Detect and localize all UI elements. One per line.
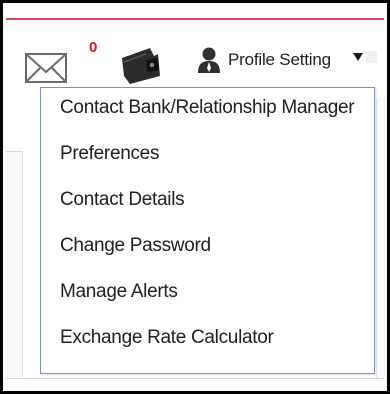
mail-icon[interactable] xyxy=(25,46,69,90)
wallet-icon[interactable] xyxy=(116,42,164,86)
profile-dropdown-menu: Contact Bank/Relationship Manager Prefer… xyxy=(40,87,375,374)
background-panel-right xyxy=(376,98,387,378)
background-divider xyxy=(6,378,384,379)
profile-setting-button[interactable]: Profile Setting xyxy=(196,46,331,74)
menu-item-contact-details[interactable]: Contact Details xyxy=(60,189,185,211)
menu-item-exchange-rate-calculator[interactable]: Exchange Rate Calculator xyxy=(60,327,274,349)
background-panel-left xyxy=(6,151,23,377)
caret-down-icon[interactable] xyxy=(352,51,364,63)
menu-item-preferences[interactable]: Preferences xyxy=(60,143,159,165)
person-icon xyxy=(198,47,220,73)
screenshot-frame: 0 Profile Setting Contact Bank/Relations… xyxy=(0,0,390,394)
profile-setting-label: Profile Setting xyxy=(228,50,331,69)
menu-item-manage-alerts[interactable]: Manage Alerts xyxy=(60,281,178,303)
caret-toggle-stub xyxy=(366,51,377,63)
menu-item-contact-bank[interactable]: Contact Bank/Relationship Manager xyxy=(60,97,355,119)
menu-item-change-password[interactable]: Change Password xyxy=(60,235,211,257)
mail-badge-count: 0 xyxy=(89,39,98,56)
